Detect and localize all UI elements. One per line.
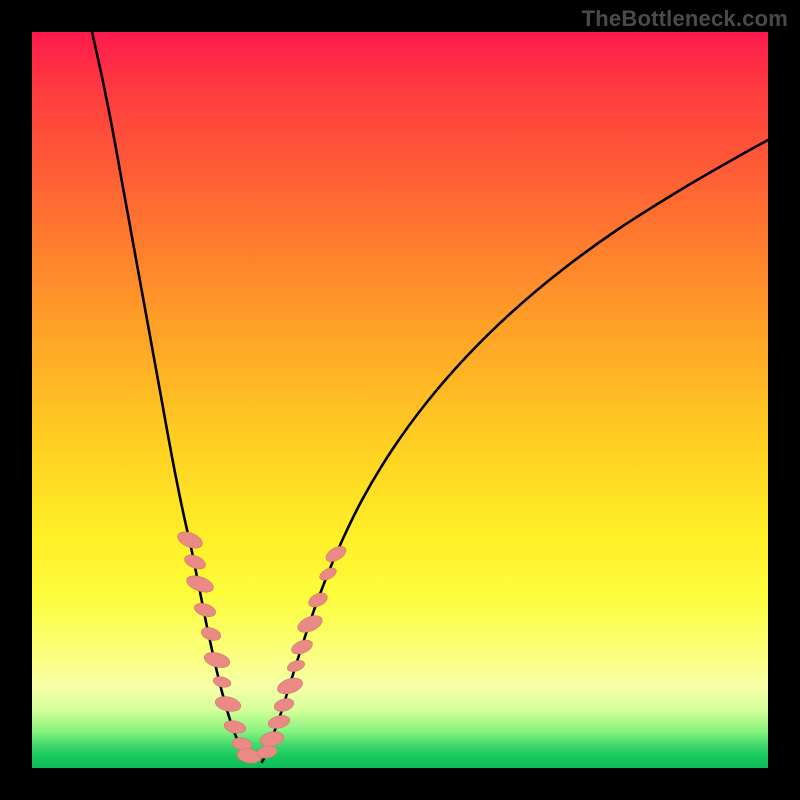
data-bead — [290, 637, 315, 656]
beads-left-group — [175, 529, 262, 765]
beads-right-group — [256, 543, 348, 759]
curve-layer — [32, 32, 768, 768]
chart-frame: TheBottleneck.com — [0, 0, 800, 800]
data-bead — [273, 696, 296, 713]
data-bead — [286, 658, 306, 674]
data-bead — [200, 625, 223, 642]
data-bead — [212, 675, 232, 689]
data-bead — [306, 590, 329, 610]
data-bead — [323, 543, 348, 564]
data-bead — [275, 675, 304, 696]
data-bead — [214, 694, 242, 713]
data-bead — [295, 612, 324, 635]
data-bead — [318, 565, 339, 582]
curve-right — [262, 140, 768, 762]
data-bead — [223, 719, 247, 735]
data-bead — [259, 730, 285, 749]
data-bead — [267, 714, 291, 731]
plot-area — [32, 32, 768, 768]
watermark-text: TheBottleneck.com — [582, 6, 788, 32]
data-bead — [193, 601, 218, 619]
curve-left — [92, 32, 252, 762]
data-bead — [203, 650, 232, 670]
